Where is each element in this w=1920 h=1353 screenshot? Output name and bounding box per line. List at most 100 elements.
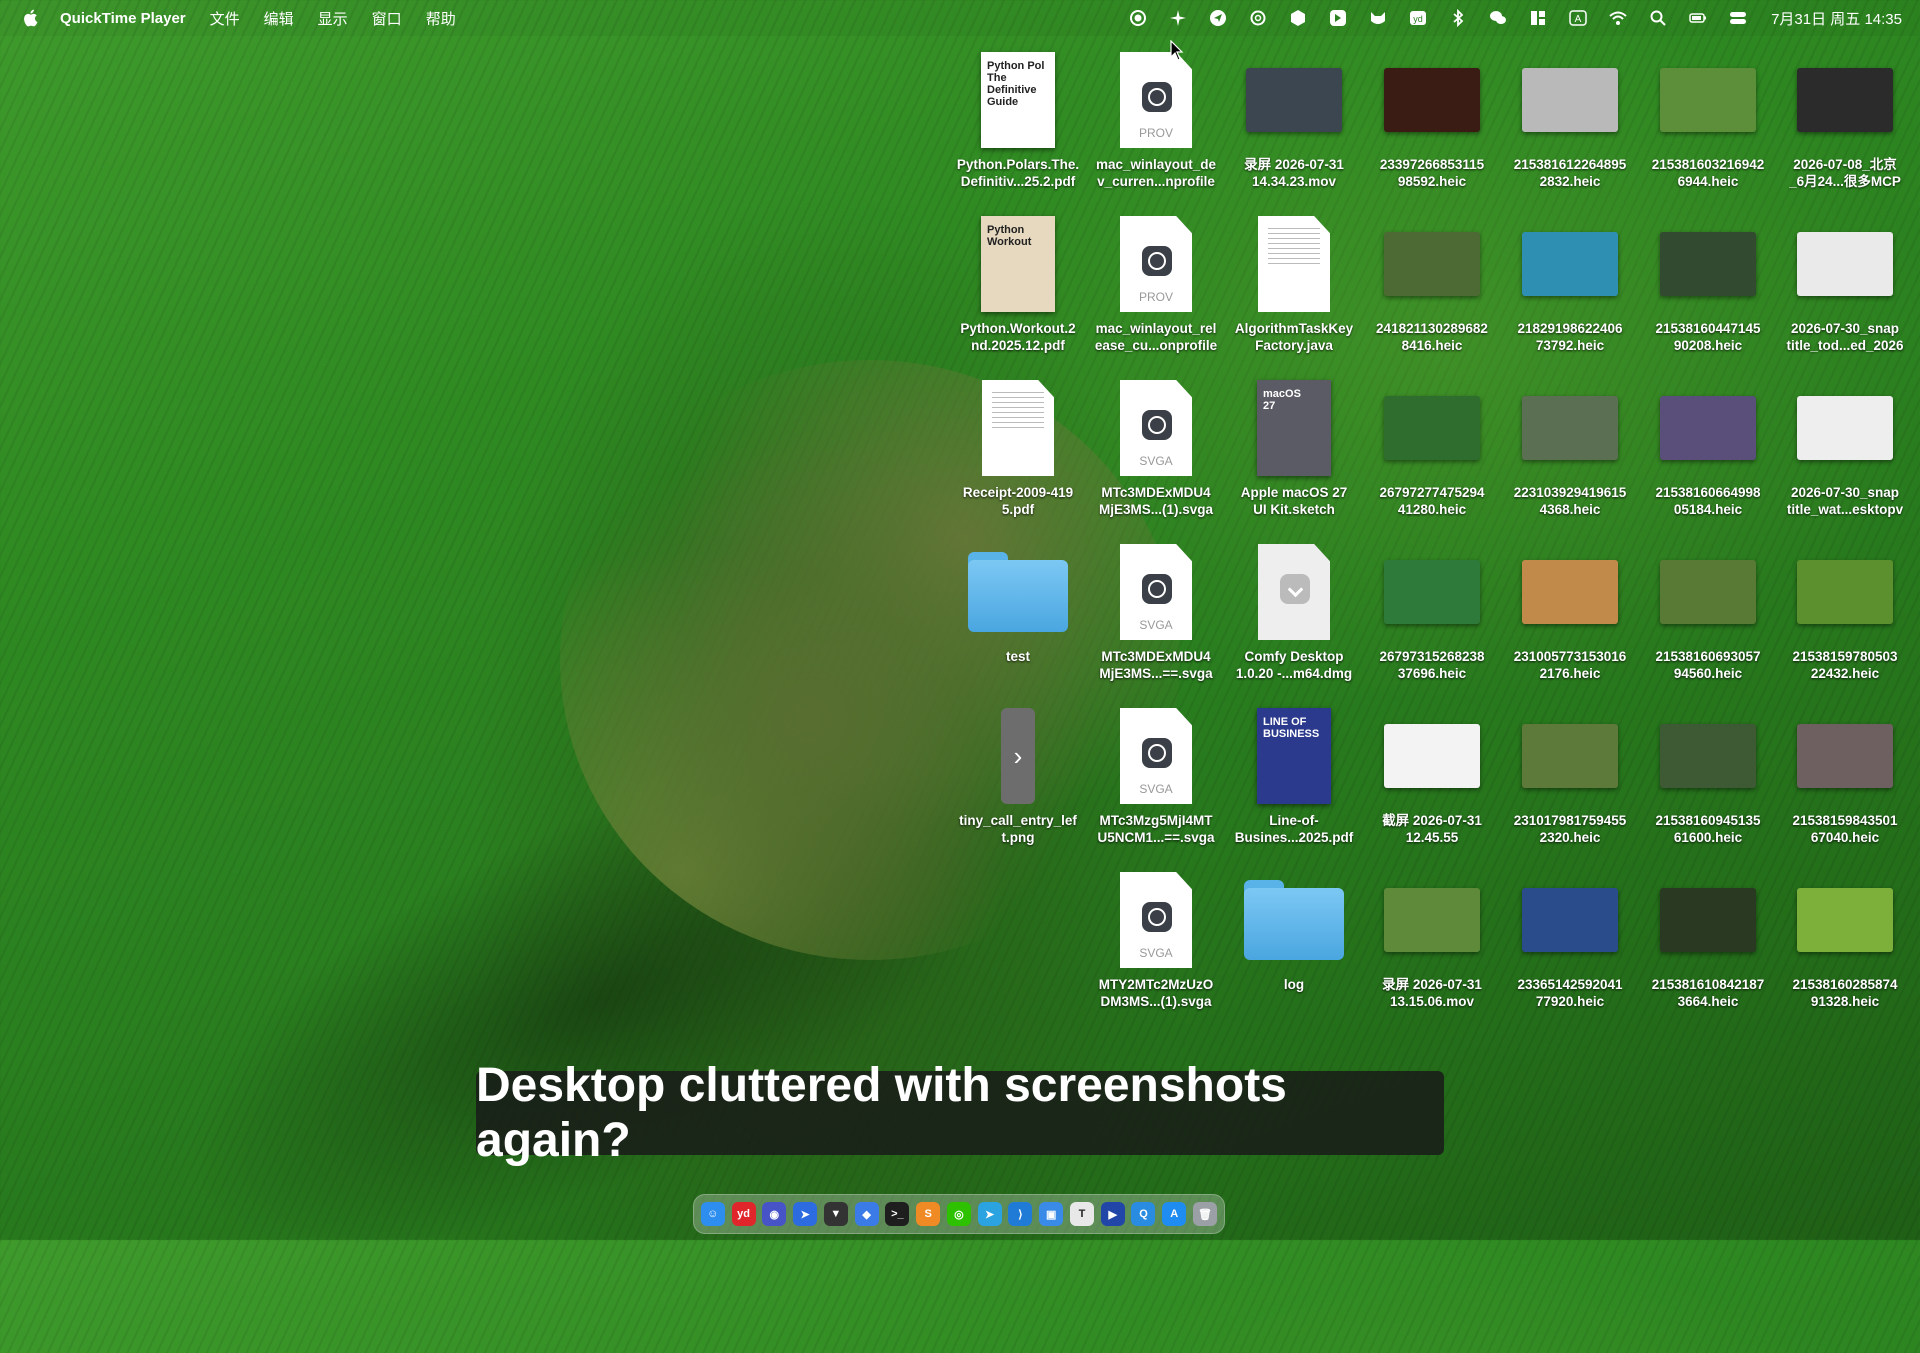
desktop-file-item[interactable]: SVGA MTc3Mzg5MjI4MT U5NCM1...==.svga (1090, 704, 1222, 846)
dock-app-12-icon[interactable]: ▣ (1039, 1202, 1064, 1226)
dock-wechat-icon[interactable]: ◎ (946, 1202, 971, 1226)
file-thumbnail: SVGA (1090, 704, 1222, 808)
desktop-file-item[interactable]: 23365142592041 77920.heic (1504, 868, 1636, 1010)
file-name-label: 231005773153016 2176.heic (1513, 649, 1627, 681)
dock-vscode-icon[interactable]: ⟩ (1008, 1202, 1033, 1226)
download-icon (1280, 574, 1310, 604)
desktop-file-item[interactable]: 录屏 2026-07-31 13.15.06.mov (1366, 868, 1498, 1010)
desktop-file-item[interactable]: 录屏 2026-07-31 14.34.23.mov (1228, 48, 1360, 190)
file-thumbnail: PROV (1090, 48, 1222, 152)
file-thumbnail: macOS 27 (1228, 376, 1360, 480)
image-thumbnail (1797, 396, 1893, 460)
file-name-label: Python.Polars.The. Definitiv...25.2.pdf (956, 157, 1080, 189)
file-name-label: 231017981759455 2320.heic (1513, 813, 1627, 845)
desktop-file-item[interactable]: 215381610842187 3664.heic (1642, 868, 1774, 1010)
desktop-file-item[interactable]: 21538159843501 67040.heic (1779, 704, 1911, 846)
dock-sublime-icon[interactable]: S (916, 1202, 941, 1226)
file-thumbnail (1504, 212, 1636, 316)
desktop-file-item[interactable]: PROV mac_winlayout_rel ease_cu...onprofil… (1090, 212, 1222, 354)
desktop-file-item[interactable]: 231005773153016 2176.heic (1504, 540, 1636, 682)
file-thumbnail (952, 540, 1084, 644)
desktop-file-item[interactable]: 23397266853115 98592.heic (1366, 48, 1498, 190)
dock-typora-icon[interactable]: T (1069, 1202, 1094, 1226)
desktop-file-item[interactable]: SVGA MTY2MTc2MzUzO DM3MS...(1).svga (1090, 868, 1222, 1010)
image-thumbnail (1797, 232, 1893, 296)
desktop-file-item[interactable]: 2026-07-30_snap title_tod...ed_2026 (1779, 212, 1911, 354)
dock-terminal-icon[interactable]: >_ (885, 1202, 910, 1226)
dock-app-15-icon[interactable]: Q (1131, 1202, 1156, 1226)
desktop-file-item[interactable]: LINE OF BUSINESS Line-of- Busines...2025.… (1228, 704, 1360, 846)
desktop-file-item[interactable]: 231017981759455 2320.heic (1504, 704, 1636, 846)
desktop-file-item[interactable]: 21538160285874 91328.heic (1779, 868, 1911, 1010)
file-name-label: 215381610842187 3664.heic (1651, 977, 1765, 1009)
file-type-caption: SVGA (1139, 454, 1173, 468)
desktop-file-item[interactable]: 2026-07-08_北京 _6月24...很多MCP (1779, 48, 1911, 190)
image-thumbnail (1660, 232, 1756, 296)
file-thumbnail (1366, 376, 1498, 480)
dock-finder-icon[interactable]: ☺ (700, 1202, 725, 1226)
desktop-file-item[interactable]: Python Workout Python.Workout.2 nd.2025.1… (952, 212, 1084, 354)
desktop-file-item[interactable]: 21538160693057 94560.heic (1642, 540, 1774, 682)
file-thumbnail: Python Workout (952, 212, 1084, 316)
desktop-file-item[interactable]: macOS 27 Apple macOS 27 UI Kit.sketch (1228, 376, 1360, 518)
desktop-file-item[interactable]: 21829198622406 73792.heic (1504, 212, 1636, 354)
file-thumbnail (1779, 212, 1911, 316)
file-thumbnail (1642, 48, 1774, 152)
file-thumbnail (1504, 704, 1636, 808)
folder-icon (968, 552, 1068, 632)
desktop-file-item[interactable]: Comfy Desktop 1.0.20 -...m64.dmg (1228, 540, 1360, 682)
desktop-file-item[interactable]: 26797277475294 41280.heic (1366, 376, 1498, 518)
dock-app-6-icon[interactable]: ◆ (854, 1202, 879, 1226)
file-type-caption: PROV (1138, 290, 1173, 304)
desktop-file-item[interactable]: 26797315268238 37696.heic (1366, 540, 1498, 682)
file-name-label: 23397266853115 98592.heic (1379, 157, 1485, 189)
desktop-file-item[interactable]: 223103929419615 4368.heic (1504, 376, 1636, 518)
desktop-file-item[interactable]: test (952, 540, 1084, 665)
file-thumbnail (1642, 376, 1774, 480)
dock-app-4-icon[interactable]: ➤ (793, 1202, 818, 1226)
desktop-icon-grid: Python Pol The Definitive Guide Python.Po… (0, 0, 1920, 1240)
dock-app-5-icon[interactable]: ▼ (823, 1202, 848, 1226)
file-name-label: 21538159843501 67040.heic (1792, 813, 1898, 845)
file-name-label: 23365142592041 77920.heic (1517, 977, 1623, 1009)
file-thumbnail (1504, 868, 1636, 972)
image-thumbnail (1384, 396, 1480, 460)
desktop-file-item[interactable]: 2026-07-30_snap title_wat...esktopv (1779, 376, 1911, 518)
image-thumbnail (1797, 560, 1893, 624)
desktop-file-item[interactable]: 241821130289682 8416.heic (1366, 212, 1498, 354)
dock-youdao-icon[interactable]: yd (731, 1202, 756, 1226)
desktop-file-item[interactable]: 215381603216942 6944.heic (1642, 48, 1774, 190)
image-thumbnail (1797, 724, 1893, 788)
file-thumbnail (1228, 540, 1360, 644)
desktop-file-item[interactable]: 截屏 2026-07-31 12.45.55 (1366, 704, 1498, 846)
desktop-file-item[interactable]: Receipt-2009-419 5.pdf (952, 376, 1084, 518)
file-thumbnail (1504, 376, 1636, 480)
desktop-file-item[interactable]: PROV mac_winlayout_de v_curren...nprofile (1090, 48, 1222, 190)
file-thumbnail: SVGA (1090, 540, 1222, 644)
desktop-file-item[interactable]: 215381612264895 2832.heic (1504, 48, 1636, 190)
desktop-file-item[interactable]: 21538159780503 22432.heic (1779, 540, 1911, 682)
dock-app-3-icon[interactable]: ◉ (762, 1202, 787, 1226)
desktop-file-item[interactable]: AlgorithmTaskKey Factory.java (1228, 212, 1360, 354)
file-thumbnail (1366, 48, 1498, 152)
desktop-file-item[interactable]: 21538160945135 61600.heic (1642, 704, 1774, 846)
dock-app-store-icon[interactable]: A (1162, 1202, 1187, 1226)
file-type-caption: SVGA (1139, 782, 1173, 796)
file-thumbnail (1366, 868, 1498, 972)
file-name-label: MTY2MTc2MzUzO DM3MS...(1).svga (1098, 977, 1214, 1009)
file-thumbnail (1779, 48, 1911, 152)
document-cover-icon: LINE OF BUSINESS (1257, 708, 1331, 804)
desktop-file-item[interactable]: Python Pol The Definitive Guide Python.Po… (952, 48, 1084, 190)
desktop-file-item[interactable]: log (1228, 868, 1360, 993)
desktop-file-item[interactable]: 21538160664998 05184.heic (1642, 376, 1774, 518)
dock-trash-icon[interactable]: 🗑 (1193, 1202, 1218, 1226)
desktop-file-item[interactable]: › tiny_call_entry_lef t.png (952, 704, 1084, 846)
file-thumbnail (1779, 704, 1911, 808)
dock-app-14-icon[interactable]: ▶ (1100, 1202, 1125, 1226)
file-name-label: mac_winlayout_rel ease_cu...onprofile (1094, 321, 1218, 353)
desktop-file-item[interactable]: SVGA MTc3MDExMDU4 MjE3MS...==.svga (1090, 540, 1222, 682)
image-thumbnail (1246, 68, 1342, 132)
dock-telegram-icon[interactable]: ➤ (977, 1202, 1002, 1226)
desktop-file-item[interactable]: 21538160447145 90208.heic (1642, 212, 1774, 354)
desktop-file-item[interactable]: SVGA MTc3MDExMDU4 MjE3MS...(1).svga (1090, 376, 1222, 518)
